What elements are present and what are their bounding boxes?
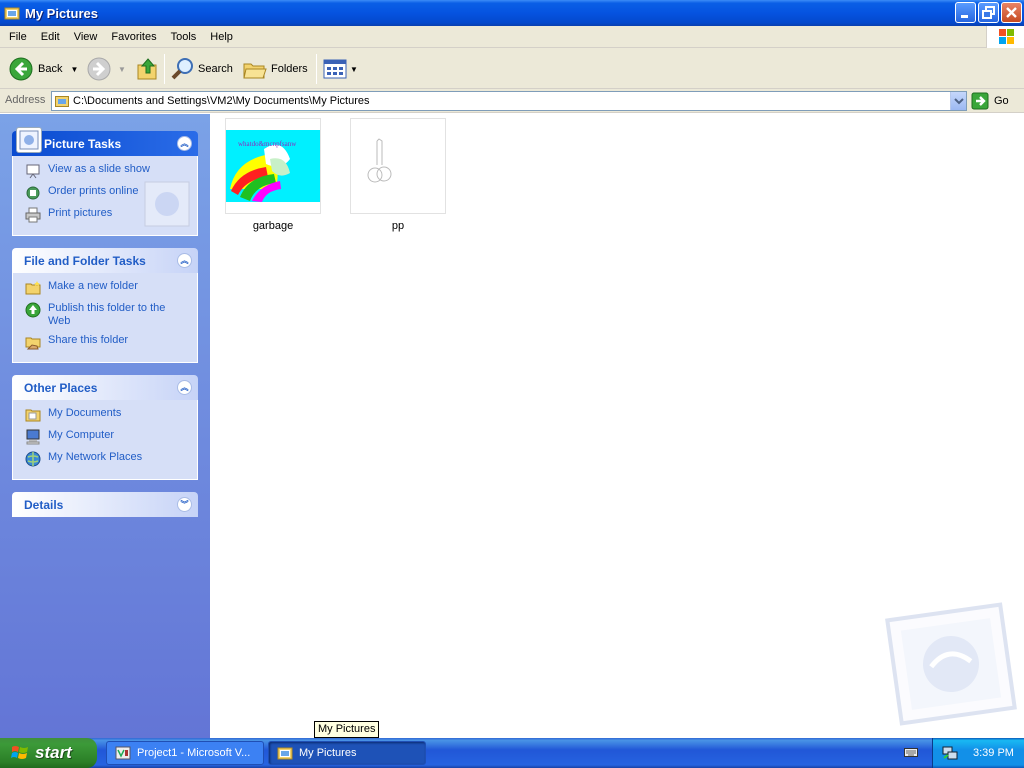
picture-tasks-panel: Picture Tasks ︽ View as a slide show Ord… — [12, 127, 198, 236]
title-bar[interactable]: My Pictures — [0, 0, 1024, 26]
other-places-body: My Documents My Computer My Network Plac… — [12, 400, 198, 480]
go-arrow-icon — [971, 92, 989, 110]
share-folder-link[interactable]: Share this folder — [25, 334, 197, 350]
address-label: Address — [5, 94, 46, 106]
menu-help[interactable]: Help — [203, 31, 240, 43]
my-computer-icon — [26, 429, 40, 445]
menu-view[interactable]: View — [67, 31, 105, 43]
thumbnail-frame — [350, 118, 446, 214]
back-dropdown-icon[interactable]: ▼ — [70, 65, 78, 74]
collapse-icon[interactable]: ︽ — [177, 380, 192, 395]
start-button[interactable]: start — [0, 738, 97, 768]
my-pictures-folder-icon — [4, 5, 20, 21]
windows-logo-icon — [986, 26, 1024, 48]
tooltip: My Pictures — [314, 721, 380, 738]
other-places-header[interactable]: Other Places ︽ — [12, 375, 198, 400]
file-folder-tasks-body: Make a new folder Publish this folder to… — [12, 273, 198, 363]
forward-arrow-icon — [87, 57, 111, 81]
minimize-button[interactable] — [955, 2, 976, 23]
collapse-icon[interactable]: ︽ — [177, 136, 192, 151]
taskbar-item-project1[interactable]: Project1 - Microsoft V... — [106, 741, 264, 765]
my-pictures-watermark-icon — [885, 602, 1017, 726]
thumbnail-frame: whatdo&mcnpfsanw — [225, 118, 321, 214]
details-header[interactable]: Details ︾ — [12, 492, 198, 517]
publish-web-icon — [25, 302, 41, 318]
toolbar-separator — [164, 54, 165, 84]
my-network-places-link[interactable]: My Network Places — [25, 451, 197, 467]
picture-tasks-header[interactable]: Picture Tasks ︽ — [12, 127, 198, 156]
my-pictures-folder-icon — [277, 747, 293, 760]
restore-button[interactable] — [978, 2, 999, 23]
window-title: My Pictures — [25, 5, 98, 21]
windows-flag-icon — [11, 746, 28, 759]
menu-edit[interactable]: Edit — [34, 31, 67, 43]
new-folder-icon — [25, 281, 41, 295]
picture-tasks-icon — [16, 127, 42, 153]
file-name: pp — [391, 220, 405, 232]
menu-tools[interactable]: Tools — [164, 31, 204, 43]
back-arrow-icon — [9, 57, 33, 81]
file-item-garbage[interactable]: whatdo&mcnpfsanw garbage — [225, 118, 321, 232]
my-documents-link[interactable]: My Documents — [25, 407, 197, 423]
slideshow-icon — [26, 164, 40, 179]
search-button[interactable]: Search — [170, 54, 233, 84]
picture-watermark-icon — [144, 181, 190, 227]
file-item-pp[interactable]: pp — [350, 118, 446, 232]
toolbar-separator — [316, 54, 317, 84]
share-folder-icon — [25, 337, 41, 350]
publish-to-web-link[interactable]: Publish this folder to the Web — [25, 302, 197, 328]
collapse-icon[interactable]: ︽ — [177, 253, 192, 268]
expand-icon[interactable]: ︾ — [177, 497, 192, 512]
up-folder-button[interactable] — [136, 54, 160, 84]
printer-icon — [25, 207, 41, 223]
clock[interactable]: 3:39 PM — [973, 747, 1014, 759]
search-icon — [171, 58, 193, 80]
back-button[interactable]: Back ▼ — [8, 54, 78, 84]
task-pane: Picture Tasks ︽ View as a slide show Ord… — [0, 114, 210, 738]
garbage-thumbnail-image: whatdo&mcnpfsanw — [226, 130, 320, 202]
file-folder-tasks-panel: File and Folder Tasks ︽ Make a new folde… — [12, 248, 198, 363]
up-folder-icon — [137, 58, 157, 80]
details-panel: Details ︾ — [12, 492, 198, 517]
thumbnail-scribble-text: whatdo&mcnpfsanw — [238, 140, 297, 148]
network-places-icon — [25, 451, 41, 467]
other-places-panel: Other Places ︽ My Documents My Computer … — [12, 375, 198, 480]
keyboard-icon[interactable] — [904, 747, 918, 758]
my-documents-icon — [25, 409, 41, 422]
address-dropdown-button[interactable] — [950, 92, 966, 110]
file-folder-tasks-header[interactable]: File and Folder Tasks ︽ — [12, 248, 198, 273]
close-button[interactable] — [1001, 2, 1022, 23]
menu-file[interactable]: File — [2, 31, 34, 43]
taskbar: start Project1 - Microsoft V... My Pictu… — [0, 738, 1024, 768]
file-name: garbage — [252, 220, 294, 232]
forward-button[interactable]: ▼ — [86, 54, 126, 84]
make-new-folder-link[interactable]: Make a new folder — [25, 280, 197, 296]
my-computer-link[interactable]: My Computer — [25, 429, 197, 445]
folders-button[interactable]: Folders — [243, 54, 308, 84]
file-list-view[interactable]: whatdo&mcnpfsanw garbage pp — [210, 114, 1024, 738]
pp-thumbnail-image — [367, 138, 392, 183]
system-tray: 3:39 PM — [932, 738, 1024, 768]
standard-toolbar: Back ▼ ▼ Search Folders ▼ — [0, 48, 1024, 89]
network-tray-icon[interactable] — [941, 744, 959, 762]
address-value: C:\Documents and Settings\VM2\My Documen… — [73, 95, 370, 107]
address-input[interactable]: C:\Documents and Settings\VM2\My Documen… — [51, 91, 967, 111]
go-button[interactable]: Go — [971, 91, 1009, 111]
order-prints-icon — [26, 186, 40, 200]
address-bar: Address C:\Documents and Settings\VM2\My… — [0, 89, 1024, 113]
visual-basic-icon — [115, 746, 131, 760]
views-icon — [323, 59, 347, 79]
forward-dropdown-icon: ▼ — [118, 64, 126, 74]
views-dropdown-icon[interactable]: ▼ — [350, 65, 358, 74]
menu-bar: File Edit View Favorites Tools Help — [0, 26, 1024, 48]
picture-tasks-body: View as a slide show Order prints online… — [12, 156, 198, 236]
menu-favorites[interactable]: Favorites — [104, 31, 163, 43]
view-slideshow-link[interactable]: View as a slide show — [25, 163, 197, 179]
views-button[interactable]: ▼ — [323, 54, 358, 84]
folders-icon — [243, 63, 267, 79]
taskbar-item-my-pictures[interactable]: My Pictures — [268, 741, 426, 765]
folder-icon — [55, 96, 69, 107]
